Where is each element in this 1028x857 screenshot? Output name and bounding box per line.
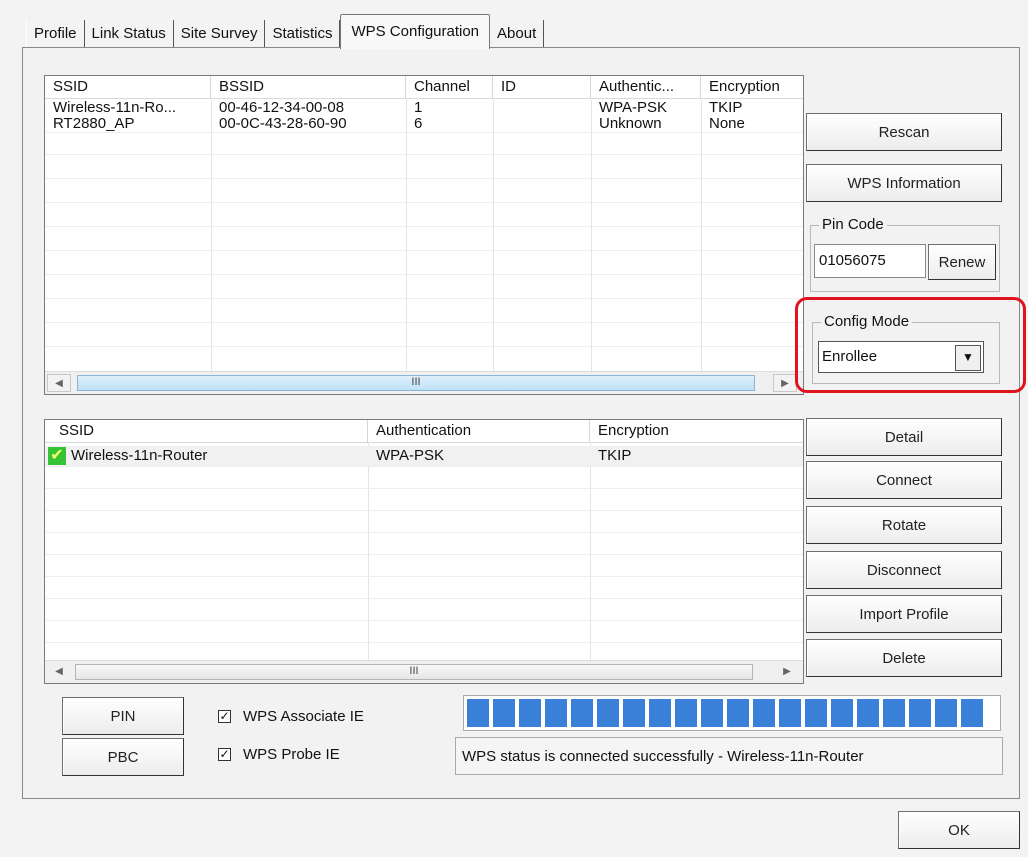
- progress-block: [675, 699, 697, 727]
- progress-block: [883, 699, 905, 727]
- ap-list-scrollbar[interactable]: ◀ III ▶: [45, 371, 803, 394]
- ap-ssid: Wireless-11n-Ro...: [53, 100, 177, 116]
- ok-button[interactable]: OK: [898, 811, 1020, 849]
- wps-associate-ie-checkbox[interactable]: ✓ WPS Associate IE: [218, 706, 364, 726]
- checkbox-check-icon[interactable]: ✓: [218, 747, 231, 761]
- ap-id: [493, 116, 591, 132]
- import-profile-button[interactable]: Import Profile: [806, 595, 1002, 633]
- col-id[interactable]: ID: [493, 76, 591, 98]
- col-ssid[interactable]: SSID: [45, 76, 211, 98]
- ap-row[interactable]: RT2880_AP 00-0C-43-28-60-90 6 Unknown No…: [45, 116, 803, 132]
- progress-block: [519, 699, 541, 727]
- profile-row[interactable]: ✔ Wireless-11n-Router WPA-PSK TKIP: [45, 446, 803, 466]
- ap-ssid: RT2880_AP: [53, 116, 135, 132]
- progress-block: [727, 699, 749, 727]
- profile-authentication: WPA-PSK: [376, 447, 445, 464]
- tab-wps-configuration[interactable]: WPS Configuration: [340, 14, 491, 49]
- scroll-thumb[interactable]: III: [77, 375, 755, 391]
- highlight-frame: [795, 297, 1026, 393]
- connect-button[interactable]: Connect: [806, 461, 1002, 499]
- scroll-thumb[interactable]: III: [75, 664, 753, 680]
- ap-list-header: SSID BSSID Channel ID Authentic... Encry…: [45, 76, 803, 99]
- profile-ssid: Wireless-11n-Router: [71, 447, 208, 464]
- ap-bssid: 00-0C-43-28-60-90: [219, 116, 347, 132]
- pin-code-label: Pin Code: [819, 216, 887, 234]
- pbc-button[interactable]: PBC: [62, 738, 184, 776]
- ap-authentication: WPA-PSK: [599, 100, 668, 116]
- arrow-left-icon[interactable]: ◀: [47, 374, 71, 392]
- renew-button[interactable]: Renew: [928, 244, 996, 280]
- arrow-right-icon[interactable]: ▶: [773, 374, 797, 392]
- progress-block: [597, 699, 619, 727]
- pin-button[interactable]: PIN: [62, 697, 184, 735]
- tab-link-status[interactable]: Link Status: [84, 20, 174, 48]
- check-icon: ✔: [48, 447, 66, 465]
- rescan-button[interactable]: Rescan: [806, 113, 1002, 151]
- wps-probe-ie-checkbox[interactable]: ✓ WPS Probe IE: [218, 744, 340, 764]
- ap-list[interactable]: SSID BSSID Channel ID Authentic... Encry…: [44, 75, 804, 395]
- col-encryption[interactable]: Encryption: [590, 420, 803, 442]
- progress-block: [753, 699, 775, 727]
- wps-information-button[interactable]: WPS Information: [806, 164, 1002, 202]
- checkbox-check-icon[interactable]: ✓: [218, 709, 231, 723]
- ap-row[interactable]: Wireless-11n-Ro... 00-46-12-34-00-08 1 W…: [45, 100, 803, 116]
- detail-button[interactable]: Detail: [806, 418, 1002, 456]
- progress-block: [857, 699, 879, 727]
- progress-block: [649, 699, 671, 727]
- progress-block: [701, 699, 723, 727]
- wps-status-text: WPS status is connected successfully - W…: [455, 737, 1003, 775]
- tab-site-survey[interactable]: Site Survey: [173, 20, 266, 48]
- col-authentication[interactable]: Authentication: [368, 420, 590, 442]
- progress-block: [961, 699, 983, 727]
- rotate-button[interactable]: Rotate: [806, 506, 1002, 544]
- ap-id: [493, 100, 591, 116]
- progress-block: [493, 699, 515, 727]
- tab-strip: Profile Link Status Site Survey Statisti…: [26, 14, 545, 49]
- ap-encryption: TKIP: [709, 100, 743, 116]
- tab-statistics[interactable]: Statistics: [265, 20, 341, 48]
- ap-channel: 6: [414, 116, 423, 132]
- col-encryption[interactable]: Encryption: [701, 76, 803, 98]
- progress-block: [805, 699, 827, 727]
- col-channel[interactable]: Channel: [406, 76, 493, 98]
- progress-block: [545, 699, 567, 727]
- progress-block: [779, 699, 801, 727]
- arrow-left-icon[interactable]: ◀: [47, 663, 71, 681]
- scroll-grip: III: [409, 665, 419, 677]
- wps-progress-bar: [463, 695, 1001, 731]
- col-bssid[interactable]: BSSID: [211, 76, 406, 98]
- arrow-right-icon[interactable]: ▶: [775, 663, 799, 681]
- ap-authentication: Unknown: [599, 116, 662, 132]
- col-ssid[interactable]: SSID: [45, 420, 368, 442]
- delete-button[interactable]: Delete: [806, 639, 1002, 677]
- progress-block: [909, 699, 931, 727]
- scroll-grip: III: [411, 376, 421, 388]
- progress-block: [467, 699, 489, 727]
- profile-encryption: TKIP: [598, 447, 632, 464]
- ap-encryption: None: [709, 116, 745, 132]
- profile-list-scrollbar[interactable]: ◀ III ▶: [45, 660, 803, 683]
- profile-list-header: SSID Authentication Encryption: [45, 420, 803, 443]
- tab-about[interactable]: About: [490, 20, 545, 48]
- progress-block: [571, 699, 593, 727]
- wps-probe-ie-label: WPS Probe IE: [243, 745, 340, 763]
- wps-associate-ie-label: WPS Associate IE: [243, 707, 364, 725]
- ap-bssid: 00-46-12-34-00-08: [219, 100, 345, 116]
- progress-block: [623, 699, 645, 727]
- tab-profile[interactable]: Profile: [26, 20, 85, 48]
- progress-block: [831, 699, 853, 727]
- disconnect-button[interactable]: Disconnect: [806, 551, 1002, 589]
- pin-code-field: 01056075: [814, 244, 926, 278]
- profile-list[interactable]: SSID Authentication Encryption ✔ Wireles…: [44, 419, 804, 684]
- ap-channel: 1: [414, 100, 423, 116]
- progress-block: [935, 699, 957, 727]
- col-authentication[interactable]: Authentic...: [591, 76, 701, 98]
